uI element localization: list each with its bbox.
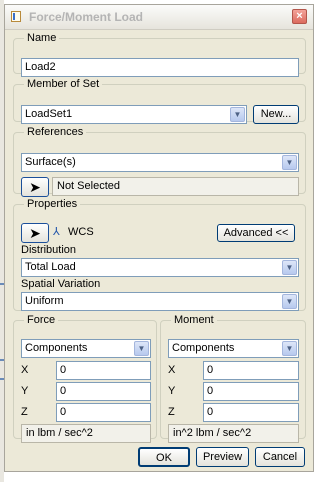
force-label: Force	[27, 314, 56, 326]
load-set-value: LoadSet1	[25, 108, 73, 120]
moment-mode-select[interactable]: Components ▼	[168, 339, 299, 358]
app-icon	[11, 11, 21, 22]
spatial-variation-select[interactable]: Uniform ▼	[21, 292, 299, 311]
reference-type-value: Surface(s)	[25, 156, 76, 168]
cancel-button[interactable]: Cancel	[255, 447, 305, 467]
force-x-label: X	[21, 364, 29, 376]
properties-label: Properties	[27, 198, 78, 210]
csys-pick-button[interactable]: ➤	[21, 223, 49, 243]
reference-type-select[interactable]: Surface(s) ▼	[21, 153, 299, 172]
ok-button[interactable]: OK	[138, 447, 190, 467]
dialog-title: Force/Moment Load	[29, 10, 144, 24]
member-of-set-group: Member of Set LoadSet1 ▼ New...	[13, 78, 306, 124]
name-input[interactable]: Load2	[21, 58, 299, 77]
force-units: in lbm / sec^2	[21, 424, 151, 443]
load-set-select[interactable]: LoadSet1 ▼	[21, 105, 247, 124]
chevron-down-icon[interactable]: ▼	[230, 107, 245, 122]
force-mode-value: Components	[25, 342, 88, 354]
force-group: Force Components ▼ X 0 Y 0 Z 0 in lbm / …	[13, 314, 157, 443]
references-group: References Surface(s) ▼ ➤ Not Selected	[13, 126, 306, 197]
force-mode-select[interactable]: Components ▼	[21, 339, 151, 358]
force-y-label: Y	[21, 385, 29, 397]
chevron-down-icon[interactable]: ▼	[282, 341, 297, 356]
advanced-button[interactable]: Advanced <<	[217, 224, 295, 242]
moment-label: Moment	[174, 314, 214, 326]
distribution-value: Total Load	[25, 261, 76, 273]
force-y-input[interactable]: 0	[56, 382, 151, 401]
coordinate-system-icon: ⅄	[53, 226, 60, 238]
properties-group: Properties ➤ ⅄ WCS Advanced << Distribut…	[13, 198, 306, 311]
arrow-cursor-icon: ➤	[29, 179, 41, 195]
reference-selection-status: Not Selected	[52, 177, 299, 196]
force-x-input[interactable]: 0	[56, 361, 151, 380]
new-load-set-button[interactable]: New...	[253, 105, 299, 124]
chevron-down-icon[interactable]: ▼	[282, 260, 297, 275]
force-z-input[interactable]: 0	[56, 403, 151, 422]
moment-group: Moment Components ▼ X 0 Y 0 Z 0 in^2 lbm…	[160, 314, 306, 443]
moment-y-input[interactable]: 0	[203, 382, 299, 401]
chevron-down-icon[interactable]: ▼	[282, 294, 297, 309]
references-label: References	[27, 126, 84, 138]
title-bar[interactable]: Force/Moment Load ×	[5, 5, 313, 30]
chevron-down-icon[interactable]: ▼	[134, 341, 149, 356]
distribution-label: Distribution	[21, 244, 77, 256]
moment-units: in^2 lbm / sec^2	[168, 424, 299, 443]
close-button[interactable]: ×	[292, 9, 307, 24]
chevron-down-icon[interactable]: ▼	[282, 155, 297, 170]
name-group: Name Load2	[13, 32, 306, 77]
spatial-variation-label: Spatial Variation	[21, 278, 101, 290]
force-z-label: Z	[21, 406, 28, 418]
member-of-set-label: Member of Set	[27, 78, 100, 90]
reference-pick-button[interactable]: ➤	[21, 177, 49, 197]
spatial-variation-value: Uniform	[25, 295, 64, 307]
distribution-select[interactable]: Total Load ▼	[21, 258, 299, 277]
moment-x-input[interactable]: 0	[203, 361, 299, 380]
moment-x-label: X	[168, 364, 176, 376]
moment-mode-value: Components	[172, 342, 235, 354]
force-moment-load-dialog: Force/Moment Load × Name Load2 Member of…	[4, 4, 314, 472]
moment-z-label: Z	[168, 406, 175, 418]
preview-button[interactable]: Preview	[196, 447, 249, 467]
moment-y-label: Y	[168, 385, 176, 397]
csys-label: WCS	[68, 226, 94, 238]
name-group-label: Name	[27, 32, 57, 44]
moment-z-input[interactable]: 0	[203, 403, 299, 422]
arrow-cursor-icon: ➤	[29, 225, 41, 241]
close-icon: ×	[296, 10, 303, 22]
